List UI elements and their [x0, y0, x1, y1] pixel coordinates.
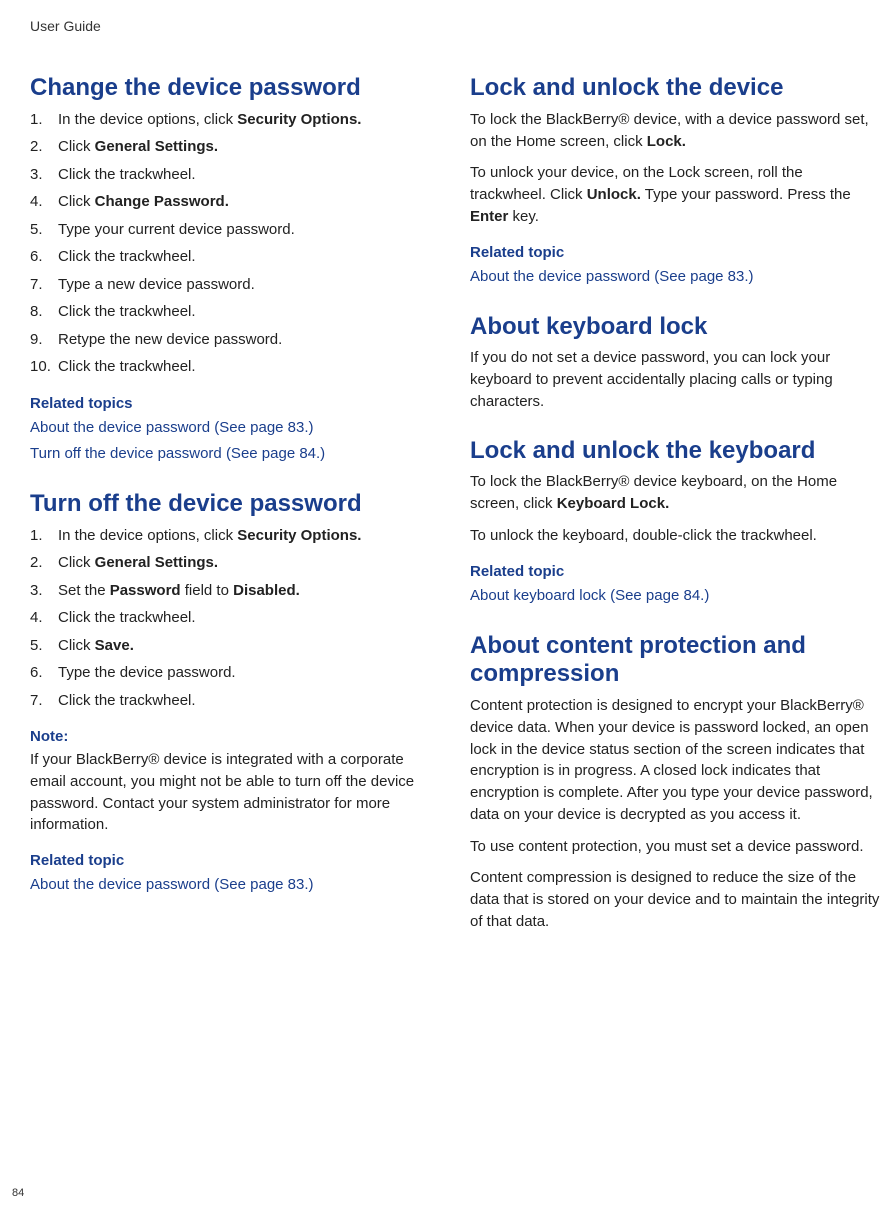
- step-item: In the device options, click Security Op…: [30, 109, 442, 132]
- section-lock-device: Lock and unlock the device To lock the B…: [470, 74, 882, 289]
- section-lock-keyboard: Lock and unlock the keyboard To lock the…: [470, 437, 882, 608]
- body-text: To unlock your device, on the Lock scree…: [470, 162, 882, 227]
- page-header: User Guide: [30, 18, 882, 34]
- body-text: If you do not set a device password, you…: [470, 347, 882, 412]
- related-topic-label: Related topic: [470, 563, 882, 580]
- related-link[interactable]: About the device password (See page 83.): [30, 416, 442, 440]
- step-item: In the device options, click Security Op…: [30, 525, 442, 548]
- body-text: To use content protection, you must set …: [470, 836, 882, 858]
- section-turnoff-password: Turn off the device password In the devi…: [30, 490, 442, 897]
- section-title: Lock and unlock the keyboard: [470, 437, 882, 466]
- step-item: Click Save.: [30, 635, 442, 658]
- section-title: Lock and unlock the device: [470, 74, 882, 103]
- section-change-password: Change the device password In the device…: [30, 74, 442, 466]
- steps-list: In the device options, click Security Op…: [30, 109, 442, 379]
- step-item: Retype the new device password.: [30, 329, 442, 352]
- step-item: Click the trackwheel.: [30, 356, 442, 379]
- step-item: Click General Settings.: [30, 552, 442, 575]
- step-item: Click the trackwheel.: [30, 607, 442, 630]
- related-topic-label: Related topic: [470, 244, 882, 261]
- related-link[interactable]: About the device password (See page 83.): [30, 873, 442, 897]
- note-body: If your BlackBerry® device is integrated…: [30, 749, 442, 836]
- body-text: To lock the BlackBerry® device, with a d…: [470, 109, 882, 153]
- step-item: Click the trackwheel.: [30, 301, 442, 324]
- step-item: Click General Settings.: [30, 136, 442, 159]
- step-item: Type a new device password.: [30, 274, 442, 297]
- left-column: Change the device password In the device…: [30, 74, 442, 957]
- section-content-protection: About content protection and compression…: [470, 632, 882, 933]
- step-item: Click the trackwheel.: [30, 246, 442, 269]
- body-text: Content compression is designed to reduc…: [470, 867, 882, 932]
- step-item: Type the device password.: [30, 662, 442, 685]
- related-link[interactable]: About the device password (See page 83.): [470, 265, 882, 289]
- step-item: Type your current device password.: [30, 219, 442, 242]
- step-item: Click Change Password.: [30, 191, 442, 214]
- step-item: Click the trackwheel.: [30, 164, 442, 187]
- text: key.: [508, 208, 539, 225]
- body-text: Content protection is designed to encryp…: [470, 695, 882, 826]
- right-column: Lock and unlock the device To lock the B…: [470, 74, 882, 957]
- body-text: To lock the BlackBerry® device keyboard,…: [470, 471, 882, 515]
- step-item: Click the trackwheel.: [30, 690, 442, 713]
- related-link[interactable]: Turn off the device password (See page 8…: [30, 442, 442, 466]
- bold-text: Lock.: [647, 133, 686, 150]
- section-title: About keyboard lock: [470, 313, 882, 342]
- related-link[interactable]: About keyboard lock (See page 84.): [470, 584, 882, 608]
- bold-text: Unlock.: [587, 186, 641, 203]
- section-title: Change the device password: [30, 74, 442, 103]
- section-about-keyboard-lock: About keyboard lock If you do not set a …: [470, 313, 882, 413]
- page-number: 84: [12, 1187, 24, 1199]
- related-topics-label: Related topics: [30, 395, 442, 412]
- step-item: Set the Password field to Disabled.: [30, 580, 442, 603]
- bold-text: Keyboard Lock.: [557, 495, 670, 512]
- bold-text: Enter: [470, 208, 508, 225]
- related-topic-label: Related topic: [30, 852, 442, 869]
- section-title: About content protection and compression: [470, 632, 882, 690]
- section-title: Turn off the device password: [30, 490, 442, 519]
- body-text: To unlock the keyboard, double-click the…: [470, 525, 882, 547]
- steps-list: In the device options, click Security Op…: [30, 525, 442, 713]
- note-label: Note:: [30, 728, 442, 745]
- text: Type your password. Press the: [641, 186, 851, 203]
